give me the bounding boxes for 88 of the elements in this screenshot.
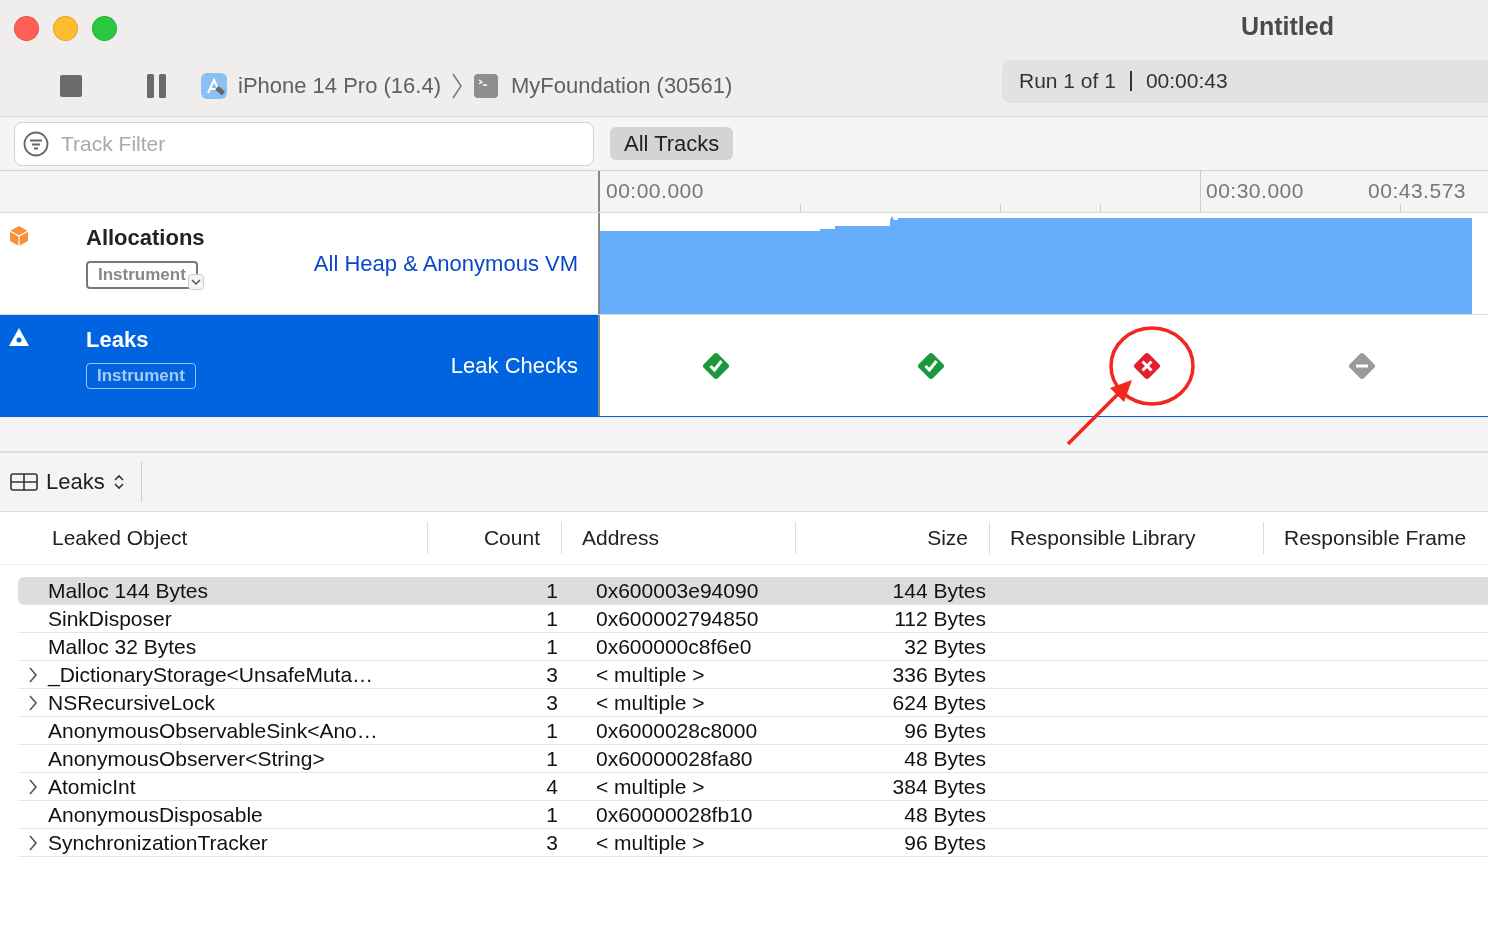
leaked-object: SynchronizationTracker [48, 830, 268, 855]
drop-triangle-icon [8, 327, 30, 347]
time-label: 00:30.000 [1206, 179, 1304, 203]
app-store-icon [200, 72, 228, 100]
table-row[interactable]: AnonymousDisposable 1 0x60000028fb10 48 Bytes [18, 801, 1488, 829]
column-header[interactable]: Count [427, 522, 561, 554]
up-down-chevron-icon [112, 473, 125, 491]
track-detail: All Heap & Anonymous VM [313, 250, 578, 277]
address-cell-text: 0x600000c8f6e0 [595, 634, 753, 659]
track-name: Allocations [86, 225, 206, 251]
address-cell-text: 0x600003e94090 [595, 578, 760, 603]
count-cell-text: 1 [545, 634, 559, 659]
count-cell-text: 1 [545, 802, 559, 827]
track-name: Leaks [86, 327, 150, 353]
stop-button[interactable] [58, 73, 84, 99]
cube-icon [8, 225, 30, 247]
address-cell-text: < multiple > [595, 830, 706, 855]
instrument-track[interactable]: Allocations Instrument All Heap & Anonymous VM [0, 213, 1488, 315]
size-cell-text: 48 Bytes [903, 746, 987, 771]
table-row[interactable]: SinkDisposer 1 0x600002794850 112 Bytes [18, 605, 1488, 633]
detail-selector[interactable]: Leaks [0, 462, 142, 502]
close-window-button[interactable] [14, 15, 39, 41]
size-cell-text: 96 Bytes [903, 718, 987, 743]
disclosure-chevron-icon[interactable] [28, 778, 38, 795]
column-header[interactable]: Responsible Library [989, 522, 1263, 554]
count-cell-text: 4 [545, 774, 559, 799]
count-cell-text: 1 [545, 578, 559, 603]
all-tracks-button[interactable]: All Tracks [610, 127, 734, 160]
address-cell-text: 0x60000028fb10 [595, 802, 754, 827]
count-cell-text: 1 [545, 718, 559, 743]
track-detail: Leak Checks [450, 352, 578, 379]
size-cell-text: 112 Bytes [893, 606, 987, 631]
chevron-right-icon [451, 73, 464, 99]
table-icon [10, 473, 38, 491]
address-cell-text: 0x6000028c8000 [595, 718, 759, 743]
count-cell-text: 3 [545, 690, 559, 715]
table-row[interactable]: Malloc 144 Bytes 1 0x600003e94090 144 Bytes [18, 577, 1488, 605]
dropdown-icon[interactable] [187, 274, 204, 290]
address-cell-text: < multiple > [595, 774, 706, 799]
leaked-object: Malloc 32 Bytes [48, 634, 197, 659]
size-cell-text: 336 Bytes [891, 662, 987, 687]
disclosure-chevron-icon[interactable] [28, 694, 38, 711]
disclosure-chevron-icon[interactable] [28, 834, 38, 851]
leaked-object: NSRecursiveLock [48, 690, 215, 715]
address-cell-text: < multiple > [595, 662, 706, 687]
table-row[interactable]: Malloc 32 Bytes 1 0x600000c8f6e0 32 Bytes [18, 633, 1488, 661]
table-row[interactable]: NSRecursiveLock 3 < multiple > 624 Bytes [18, 689, 1488, 717]
address-cell-text: < multiple > [595, 690, 706, 715]
address-cell-text: 0x600002794850 [595, 606, 760, 631]
leaked-object: AnonymousDisposable [48, 802, 263, 827]
column-header[interactable]: Size [795, 522, 989, 554]
elapsed-time: 00:00:43 [1145, 69, 1228, 93]
leaked-object: SinkDisposer [48, 606, 172, 631]
time-label: 00:00.000 [606, 179, 704, 203]
address-cell-text: 0x60000028fa80 [595, 746, 754, 771]
device-name[interactable]: iPhone 14 Pro (16.4) [238, 73, 442, 99]
size-cell-text: 32 Bytes [903, 634, 987, 659]
column-header[interactable]: Responsible Frame [1263, 522, 1488, 554]
filter-icon [23, 130, 49, 157]
instrument-track[interactable]: Leaks Instrument Leak Checks [0, 315, 1488, 417]
count-cell-text: 3 [545, 830, 559, 855]
process-name[interactable]: MyFoundation (30561) [511, 73, 733, 99]
leaked-object: AnonymousObserver<String> [48, 746, 325, 771]
table-row[interactable]: AtomicInt 4 < multiple > 384 Bytes [18, 773, 1488, 801]
separator-icon [1129, 71, 1132, 91]
run-status: Run 1 of 1 [1019, 69, 1116, 93]
disclosure-chevron-icon[interactable] [28, 666, 38, 683]
time-label: 00:43.573 [1368, 179, 1466, 203]
size-cell-text: 144 Bytes [891, 578, 987, 603]
column-header[interactable]: Leaked Object [0, 522, 427, 554]
leaked-object: Malloc 144 Bytes [48, 578, 208, 603]
leaked-object: _DictionaryStorage<UnsafeMuta… [48, 662, 374, 687]
size-cell-text: 624 Bytes [891, 690, 987, 715]
count-cell-text: 3 [545, 662, 559, 687]
size-cell-text: 96 Bytes [903, 830, 987, 855]
size-cell-text: 384 Bytes [891, 774, 987, 799]
window-title: Untitled [1240, 12, 1334, 41]
leaked-object: AtomicInt [48, 774, 136, 799]
table-row[interactable]: _DictionaryStorage<UnsafeMuta… 3 < multiple > 336 Bytes [18, 661, 1488, 689]
terminal-icon [473, 73, 500, 99]
size-cell-text: 48 Bytes [903, 802, 987, 827]
column-header[interactable]: Address [561, 522, 795, 554]
table-row[interactable]: AnonymousObserver<String> 1 0x60000028fa80 48 Bytes [18, 745, 1488, 773]
count-cell-text: 1 [545, 606, 559, 631]
count-cell-text: 1 [545, 746, 559, 771]
table-row[interactable]: SynchronizationTracker 3 < multiple > 96 Bytes [18, 829, 1488, 857]
leaked-object: AnonymousObservableSink<Ano… [48, 718, 378, 743]
table-row[interactable]: AnonymousObservableSink<Ano… 1 0x6000028c8000 96 Bytes [18, 717, 1488, 745]
